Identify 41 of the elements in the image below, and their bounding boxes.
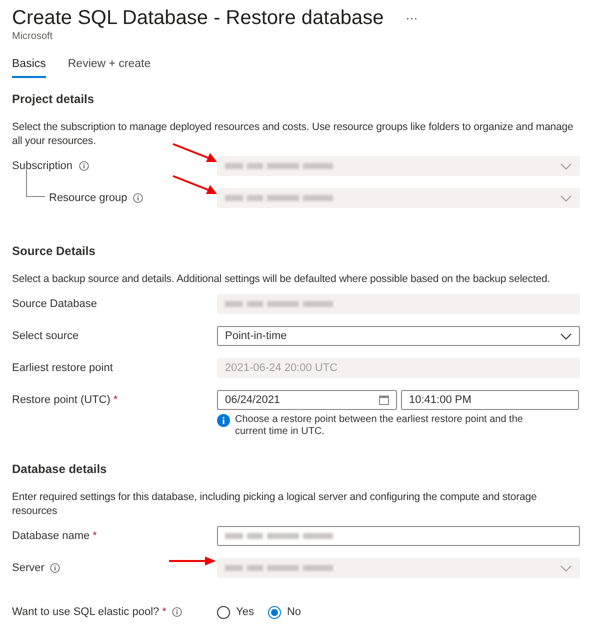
field-label: Resource group xyxy=(49,192,128,204)
chevron-down-icon xyxy=(560,162,572,170)
field-label: Earliest restore point xyxy=(12,362,113,374)
section-description: Select the subscription to manage deployed resources and costs. Use resource groups like folders to organize and manage all your resources. xyxy=(12,120,574,148)
more-options[interactable]: ··· xyxy=(406,11,418,25)
calendar-icon[interactable] xyxy=(379,395,389,405)
required-mark: * xyxy=(92,530,97,542)
field-label: Server xyxy=(12,562,44,574)
radio-label: No xyxy=(286,606,302,618)
radio-button[interactable] xyxy=(268,606,281,618)
date-field[interactable]: 06/24/2021 xyxy=(217,390,397,410)
section-title: Source Details xyxy=(12,244,96,258)
field-label: Database name xyxy=(12,530,90,542)
tab[interactable]: Review + create xyxy=(68,58,151,78)
page-title: Create SQL Database - Restore database xyxy=(12,6,384,30)
section-description: Enter required settings for this database, including picking a logical server and configuring the compute and storage resources xyxy=(12,490,538,518)
radio-button[interactable] xyxy=(217,606,230,618)
field-label: Want to use SQL elastic pool? xyxy=(12,606,160,618)
field-label: Source Database xyxy=(12,298,97,310)
chevron-down-icon xyxy=(560,194,572,202)
required-mark: * xyxy=(162,606,166,618)
chevron-down-icon xyxy=(560,332,572,340)
hint-text: Choose a restore point between the earliest restore point and the current time in UTC. xyxy=(235,414,524,438)
info-icon xyxy=(217,414,230,427)
radio-label: Yes xyxy=(236,606,254,618)
field-label: Select source xyxy=(12,330,79,342)
chevron-down-icon xyxy=(560,564,572,572)
info-icon[interactable] xyxy=(172,607,182,617)
section-title: Database details xyxy=(12,462,108,476)
radio-option[interactable]: Yes xyxy=(217,606,254,618)
section-description: Select a backup source and details. Additional settings will be defaulted where possible based on the backup selected. xyxy=(12,272,552,286)
input-field[interactable] xyxy=(217,526,580,546)
time-field[interactable]: 10:41:00 PM xyxy=(401,390,579,410)
radio-option[interactable]: No xyxy=(268,606,302,618)
publisher-name: Microsoft xyxy=(12,31,54,42)
field-label: Restore point (UTC) xyxy=(12,394,110,406)
field-label: Subscription xyxy=(12,160,73,172)
tab[interactable]: Basics xyxy=(12,58,46,78)
required-mark: * xyxy=(113,394,118,406)
section-title: Project details xyxy=(12,92,96,106)
dropdown-field[interactable]: Point-in-time xyxy=(217,326,580,346)
